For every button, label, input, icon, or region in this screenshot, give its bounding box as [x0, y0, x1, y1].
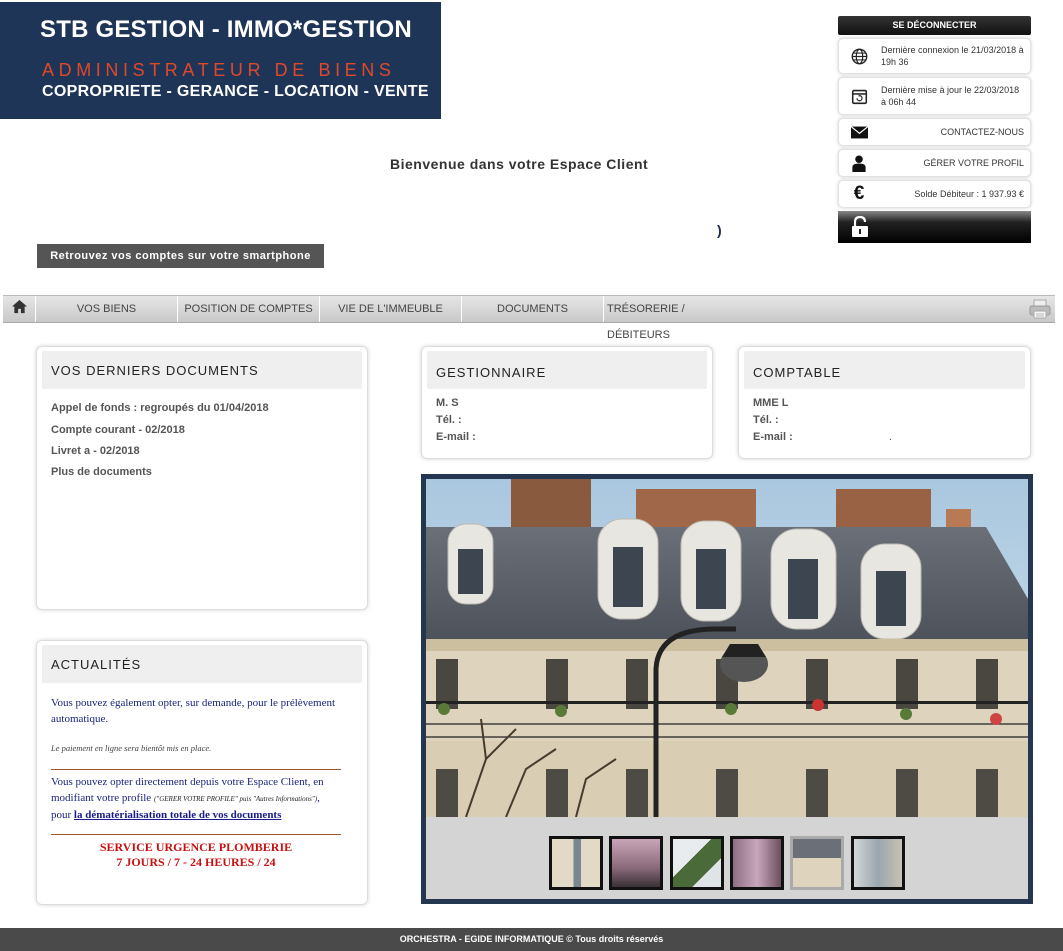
thumbnail[interactable]	[549, 836, 603, 890]
lock-icon	[851, 215, 869, 243]
nav-position-comptes[interactable]: POSITION DE COMPTES	[178, 296, 320, 322]
last-update-text: Dernière mise à jour le 22/03/2018 à 06h…	[881, 85, 1020, 107]
calendar-refresh-icon	[849, 86, 869, 106]
news-note: ("GERER VOTRE PROFILE" puis "Autres Info…	[153, 795, 318, 803]
welcome-heading: Bienvenue dans votre Espace Client	[390, 156, 649, 172]
contact-us-link[interactable]: CONTACTEZ-NOUS	[838, 118, 1031, 146]
home-icon	[11, 299, 28, 319]
accountant-phone: Tél. :	[753, 414, 779, 426]
news-paragraph-dematerialisation: Vous pouvez opter directement depuis vot…	[51, 774, 339, 823]
balance-text[interactable]: Solde Débiteur : 1 937.93 €	[881, 188, 1024, 200]
accountant-email: E-mail :	[753, 431, 793, 443]
news-title: ACTUALITÉS	[51, 657, 142, 672]
documents-panel: VOS DERNIERS DOCUMENTS Appel de fonds : …	[36, 346, 368, 610]
accountant-email-value: .	[889, 431, 893, 443]
manager-panel: GESTIONNAIRE M. S Tél. : E-mail :	[421, 346, 713, 459]
documents-title: VOS DERNIERS DOCUMENTS	[51, 363, 259, 378]
thumbnail[interactable]	[851, 836, 905, 890]
logo-title: STB GESTION - IMMO*GESTION	[40, 16, 412, 43]
thumbnail[interactable]	[670, 836, 724, 890]
logout-button[interactable]: SE DÉCONNECTER	[838, 16, 1031, 35]
photo-slideshow	[421, 474, 1033, 904]
last-login-text: Dernière connexion le 21/03/2018 à 19h 3…	[881, 45, 1024, 67]
logo-subtitle: ADMINISTRATEUR DE BIENS	[42, 60, 396, 80]
documents-header: VOS DERNIERS DOCUMENTS	[42, 351, 362, 389]
envelope-icon	[849, 122, 869, 142]
urgent-service-title: SERVICE URGENCE PLOMBERIE	[99, 840, 293, 854]
manager-phone: Tél. :	[436, 414, 462, 426]
smartphone-app-button[interactable]: Retrouvez vos comptes sur votre smartpho…	[37, 244, 324, 268]
manager-header: GESTIONNAIRE	[427, 351, 707, 389]
news-panel: ACTUALITÉS Vous pouvez également opter, …	[36, 640, 368, 905]
document-item[interactable]: Livret a - 02/2018	[51, 445, 140, 457]
accountant-header: COMPTABLE	[744, 351, 1025, 389]
contact-us-label[interactable]: CONTACTEZ-NOUS	[881, 126, 1024, 138]
nav-vie-immeuble[interactable]: VIE DE L'IMMEUBLE	[320, 296, 462, 322]
user-icon	[849, 153, 869, 173]
printer-icon[interactable]	[1029, 298, 1051, 320]
building-photo	[426, 479, 1028, 817]
balance-card[interactable]: € Solde Débiteur : 1 937.93 €	[838, 180, 1031, 208]
news-header: ACTUALITÉS	[42, 645, 362, 683]
stray-text: )	[717, 222, 722, 238]
lock-bar[interactable]	[838, 211, 1031, 243]
divider	[51, 769, 341, 770]
manager-email: E-mail :	[436, 431, 476, 443]
manage-profile-link[interactable]: GÉRER VOTRE PROFIL	[838, 149, 1031, 177]
globe-icon	[849, 46, 869, 66]
accountant-panel: COMPTABLE MME L Tél. : E-mail : .	[738, 346, 1031, 459]
home-button[interactable]	[3, 296, 36, 322]
manager-name: M. S	[436, 397, 459, 409]
manage-profile-label[interactable]: GÉRER VOTRE PROFIL	[881, 157, 1024, 169]
urgent-service-hours: 7 JOURS / 7 - 24 HEURES / 24	[116, 855, 276, 869]
euro-icon: €	[853, 183, 865, 204]
nav-vos-biens[interactable]: VOS BIENS	[36, 296, 178, 322]
dematerialisation-link[interactable]: la dématérialisation totale de vos docum…	[74, 809, 281, 821]
logo-services: COPROPRIETE - GERANCE - LOCATION - VENTE	[42, 83, 429, 100]
company-logo: STB GESTION - IMMO*GESTION ADMINISTRATEU…	[0, 2, 441, 119]
thumbnail-active[interactable]	[790, 836, 844, 890]
document-item[interactable]: Appel de fonds : regroupés du 01/04/2018	[51, 402, 269, 414]
thumbnail-strip	[426, 817, 1028, 899]
last-login-card: Dernière connexion le 21/03/2018 à 19h 3…	[838, 38, 1031, 74]
more-documents-link[interactable]: Plus de documents	[51, 466, 152, 478]
news-paragraph-payment: Le paiement en ligne sera bientôt mis en…	[51, 743, 212, 753]
divider	[51, 834, 341, 835]
accountant-name: MME L	[753, 397, 789, 409]
manager-title: GESTIONNAIRE	[436, 365, 547, 380]
last-update-card: Dernière mise à jour le 22/03/2018 à 06h…	[838, 77, 1031, 115]
nav-tresorerie[interactable]: TRÉSORERIE / DÉBITEURS	[604, 296, 746, 341]
document-item[interactable]: Compte courant - 02/2018	[51, 424, 185, 436]
footer-copyright: ORCHESTRA - EGIDE INFORMATIQUE © Tous dr…	[0, 928, 1063, 951]
nav-documents[interactable]: DOCUMENTS	[462, 296, 604, 322]
thumbnail[interactable]	[609, 836, 663, 890]
news-paragraph-debit: Vous pouvez également opter, sur demande…	[51, 697, 336, 725]
accountant-title: COMPTABLE	[753, 365, 842, 380]
thumbnail[interactable]	[730, 836, 784, 890]
account-panel: SE DÉCONNECTER Dernière connexion le 21/…	[838, 16, 1031, 243]
main-nav: VOS BIENS POSITION DE COMPTES VIE DE L'I…	[3, 295, 1055, 341]
